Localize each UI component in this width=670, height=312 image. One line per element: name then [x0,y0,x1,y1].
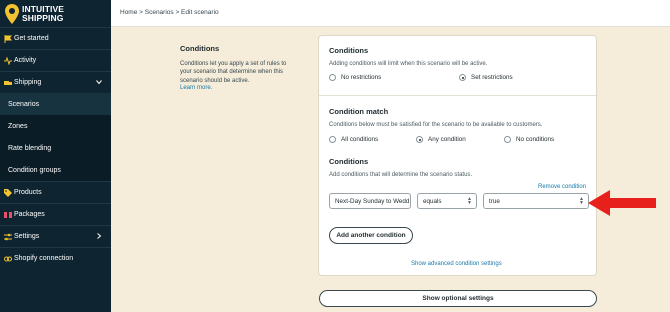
brand-name: INTUITIVE SHIPPING [22,5,64,23]
truck-icon [4,81,12,85]
sidebar-item-label: Shopify connection [14,255,74,262]
remove-condition-link[interactable]: Remove condition [538,184,586,190]
radio-button-selected[interactable] [459,74,466,81]
condition-value-select[interactable]: true ▲ ▼ [483,193,589,209]
show-advanced-settings-link[interactable]: Show advanced condition settings [411,261,502,267]
sidebar-item-get-started[interactable]: Get started [0,27,111,49]
radio-no-restrictions[interactable]: No restrictions [329,74,381,81]
radio-button[interactable] [329,74,336,81]
sidebar: INTUITIVE SHIPPING Get started Activity … [0,0,111,312]
activity-icon [4,57,12,65]
conditions-section-title: Conditions [329,46,369,55]
sidebar-item-label: Packages [14,211,45,218]
radio-label: Any condition [428,136,466,143]
condition-operator-select[interactable]: equals ▲ ▼ [417,193,477,209]
description-title: Conditions [180,44,220,53]
conditions-description: Conditions Conditions let you apply a se… [180,44,292,91]
radio-any-condition[interactable]: Any condition [416,136,466,143]
sidebar-item-shopify-connection[interactable]: Shopify connection [0,247,111,269]
select-arrows-icon: ▲ ▼ [579,196,584,206]
link-icon [4,256,12,262]
sidebar-item-products[interactable]: Products [0,181,111,203]
radio-label: Set restrictions [471,74,513,81]
sidebar-item-label: Products [14,189,42,196]
sidebar-item-label: Get started [14,35,49,42]
sidebar-item-label: Shipping [14,79,42,86]
condition-match-help: Conditions below must be satisfied for t… [329,122,543,128]
add-another-condition-button[interactable]: Add another condition [329,227,413,244]
description-text: Conditions let you apply a set of rules … [180,61,287,84]
flag-icon [4,35,12,43]
show-optional-settings-button[interactable]: Show optional settings [319,290,597,307]
learn-more-link[interactable]: Learn more. [180,85,292,91]
conditions-card: Conditions Adding conditions will limit … [318,35,598,276]
sidebar-item-shipping[interactable]: Shipping [0,71,111,93]
radio-set-restrictions[interactable]: Set restrictions [459,74,513,81]
sidebar-item-rate-blending[interactable]: Rate blending [0,137,111,159]
sidebar-item-label: Condition groups [8,166,61,174]
chevron-right-icon [97,233,102,239]
radio-all-conditions[interactable]: All conditions [329,136,378,143]
radio-label: No restrictions [341,74,382,81]
radio-button[interactable] [329,136,336,143]
condition-match-title: Condition match [329,107,389,116]
divider [319,95,598,96]
condition-field-select[interactable]: Next-Day Sunday to Wedd [329,193,411,209]
tag-icon [4,189,12,197]
radio-button[interactable] [504,136,511,143]
top-bar: Home > Scenarios > Edit scenario [111,0,670,27]
select-value: Next-Day Sunday to Wedd [335,198,410,205]
sliders-icon [4,233,12,241]
rules-section-help: Add conditions that will determine the s… [329,172,473,178]
select-value: equals [423,198,442,205]
radio-label: No conditions [516,136,555,143]
location-pin-icon [5,4,19,24]
select-value: true [489,198,500,205]
package-icon [4,212,12,218]
brand-line-2: SHIPPING [22,13,64,23]
brand-logo[interactable]: INTUITIVE SHIPPING [5,4,109,24]
sidebar-item-zones[interactable]: Zones [0,115,111,137]
sidebar-item-packages[interactable]: Packages [0,203,111,225]
sidebar-nav: Get started Activity Shipping Scenarios … [0,27,111,269]
sidebar-item-activity[interactable]: Activity [0,49,111,71]
sidebar-item-settings[interactable]: Settings [0,225,111,247]
sidebar-item-scenarios[interactable]: Scenarios [0,93,111,115]
annotation-arrow-icon [588,190,656,216]
chevron-down-icon [96,80,102,85]
conditions-section-help: Adding conditions will limit when this s… [329,61,488,67]
rules-section-title: Conditions [329,157,369,166]
sidebar-item-label: Zones [8,122,28,130]
radio-button-selected[interactable] [416,136,423,143]
breadcrumb[interactable]: Home > Scenarios > Edit scenario [120,9,219,16]
select-arrows-icon: ▲ ▼ [467,196,472,206]
radio-no-conditions[interactable]: No conditions [504,136,554,143]
sidebar-item-condition-groups[interactable]: Condition groups [0,159,111,181]
sidebar-item-label: Scenarios [8,100,40,108]
sidebar-item-label: Settings [14,233,40,240]
sidebar-item-label: Rate blending [8,144,52,152]
sidebar-item-label: Activity [14,57,37,64]
radio-label: All conditions [341,136,379,143]
